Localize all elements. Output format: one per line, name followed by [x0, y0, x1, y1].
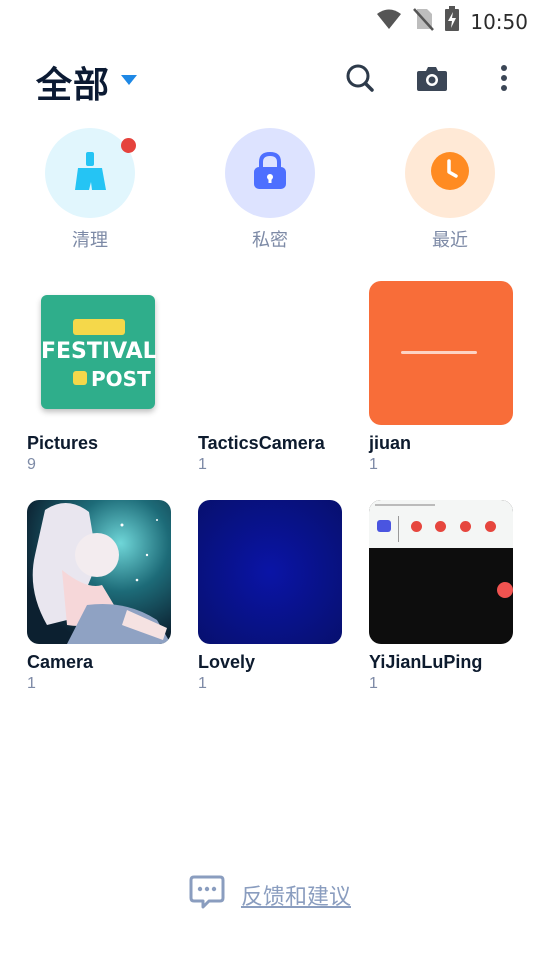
quick-action-private[interactable]: 私密 [215, 128, 325, 252]
camera-icon [416, 64, 448, 97]
album-yijianluping[interactable]: YiJianLuPing 1 [369, 500, 513, 693]
more-options-button[interactable] [484, 60, 524, 100]
quick-action-label: 最近 [432, 230, 468, 251]
battery-charging-icon [444, 6, 460, 37]
album-count: 1 [27, 675, 36, 692]
album-thumbnail: FESTIVAL POST [27, 281, 171, 425]
album-count: 9 [27, 456, 36, 473]
clock-icon [430, 151, 470, 196]
lock-icon [251, 151, 289, 196]
album-thumbnail [369, 500, 513, 644]
no-sim-icon [412, 7, 435, 36]
wifi-icon [376, 8, 402, 35]
feedback-label: 反馈和建议 [240, 884, 351, 910]
album-lovely[interactable]: Lovely 1 [198, 500, 342, 693]
quick-action-label: 清理 [72, 230, 108, 251]
album-tacticscamera[interactable]: TacticsCamera 1 [198, 281, 342, 474]
status-time: 10:50 [470, 9, 528, 34]
header: 全部 [0, 52, 540, 108]
album-thumbnail [198, 500, 342, 644]
album-name: jiuan [369, 433, 412, 453]
album-pictures[interactable]: FESTIVAL POST Pictures 9 [27, 281, 171, 474]
quick-action-recent[interactable]: 最近 [395, 128, 505, 252]
clean-circle [45, 128, 136, 218]
quick-actions: 清理 私密 最近 [0, 128, 540, 258]
private-circle [225, 128, 315, 218]
broom-icon [70, 150, 110, 197]
album-name: TacticsCamera [198, 433, 325, 453]
screenshot-toolbar [369, 500, 513, 548]
camera-button[interactable] [412, 60, 452, 100]
more-vertical-icon [500, 64, 508, 97]
search-icon [345, 63, 375, 98]
status-bar: 10:50 [0, 0, 540, 36]
album-thumbnail [369, 281, 513, 425]
feedback-link[interactable]: 反馈和建议 [0, 874, 540, 915]
album-camera[interactable]: Camera 1 [27, 500, 171, 693]
quick-action-label: 私密 [252, 230, 288, 251]
album-count: 1 [369, 456, 378, 473]
notification-dot [121, 138, 136, 153]
album-thumbnail [198, 281, 342, 425]
album-name: Lovely [198, 652, 256, 672]
album-name: Camera [27, 652, 94, 672]
anime-girl-image [32, 502, 171, 644]
festival-post-logo: FESTIVAL POST [41, 295, 157, 409]
caret-down-icon [120, 73, 138, 91]
album-jiuan[interactable]: jiuan 1 [369, 281, 513, 474]
quick-action-clean[interactable]: 清理 [35, 128, 145, 252]
recent-circle [405, 128, 495, 218]
album-name: Pictures [27, 433, 99, 453]
album-count: 1 [198, 675, 207, 692]
album-count: 1 [198, 456, 207, 473]
album-filter-dropdown[interactable]: 全部 [36, 56, 138, 108]
album-name: YiJianLuPing [369, 652, 483, 672]
page-title: 全部 [36, 65, 111, 106]
chat-bubble-icon [189, 874, 225, 915]
album-count: 1 [369, 675, 378, 692]
album-thumbnail [27, 500, 171, 644]
search-button[interactable] [340, 60, 380, 100]
